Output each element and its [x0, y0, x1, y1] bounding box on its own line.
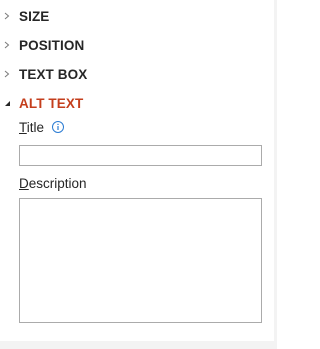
format-pane: SIZE POSITION TEXT BOX ALT TEXT Title De… — [0, 0, 277, 349]
chevron-right-icon — [3, 69, 11, 79]
chevron-right-icon — [3, 11, 11, 21]
text-box-section-label: TEXT BOX — [19, 66, 88, 82]
size-section-label: SIZE — [19, 8, 50, 24]
position-section-header[interactable]: POSITION — [0, 34, 270, 56]
chevron-right-icon — [3, 40, 11, 50]
title-input[interactable] — [19, 145, 262, 166]
text-box-section-header[interactable]: TEXT BOX — [0, 63, 270, 85]
expanded-triangle-icon — [3, 98, 11, 108]
description-input[interactable] — [19, 198, 262, 323]
alt-text-section-header[interactable]: ALT TEXT — [0, 92, 270, 114]
position-section-label: POSITION — [19, 37, 85, 53]
description-access-key: D — [19, 176, 29, 191]
size-section-header[interactable]: SIZE — [0, 5, 270, 27]
info-icon[interactable] — [51, 120, 65, 134]
title-field-label: Title — [19, 120, 44, 135]
description-label-text: escription — [28, 176, 87, 191]
title-label-text: itle — [26, 120, 45, 135]
pane-scroll-edge — [274, 0, 277, 349]
title-access-key: T — [19, 120, 27, 135]
pane-bottom-strip — [0, 341, 277, 349]
description-field-label: Description — [19, 176, 87, 191]
alt-text-section-label: ALT TEXT — [19, 95, 84, 111]
